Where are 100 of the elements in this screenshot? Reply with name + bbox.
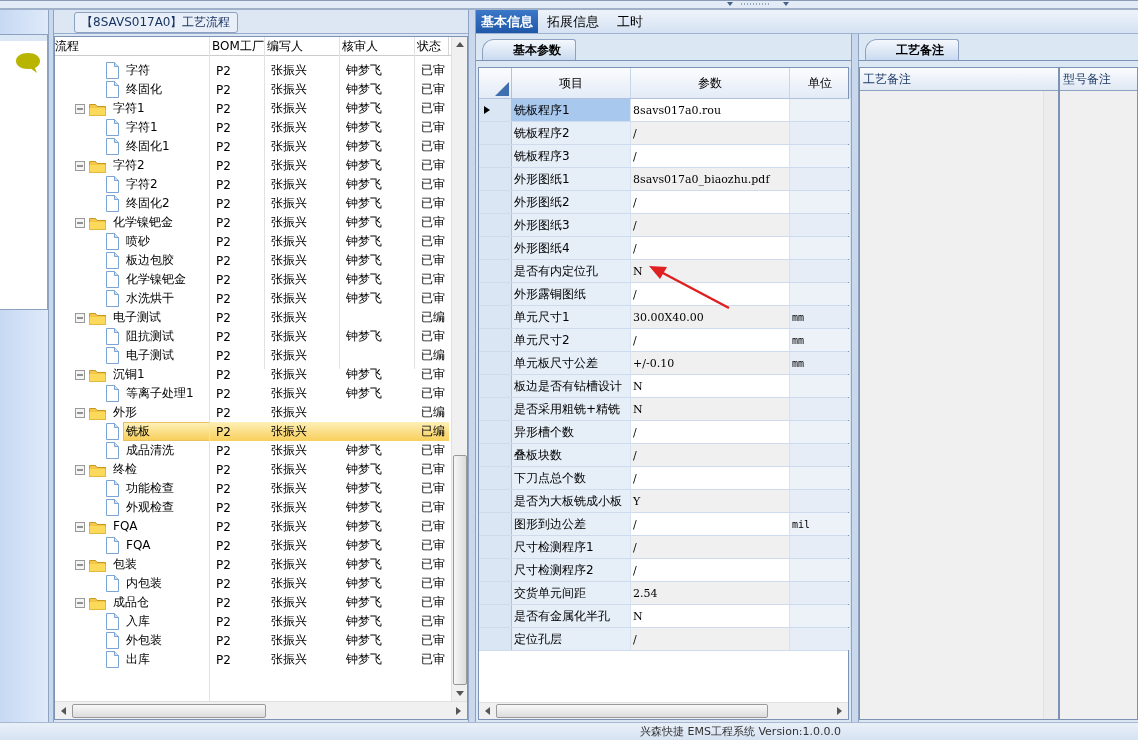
splitter-bar[interactable] xyxy=(851,34,859,722)
table-cell[interactable]: 外形露铜图纸 xyxy=(512,283,631,305)
table-cell[interactable]: / xyxy=(631,283,790,305)
collapse-icon[interactable] xyxy=(75,407,85,418)
table-cell[interactable]: Y xyxy=(631,490,790,512)
table-cell[interactable]: 交货单元间距 xyxy=(512,582,631,604)
collapse-icon[interactable] xyxy=(75,559,85,570)
sub-tab[interactable]: 工艺备注 xyxy=(865,39,959,60)
table-cell[interactable]: 30.00X40.00 xyxy=(631,306,790,328)
collapse-icon[interactable] xyxy=(75,312,85,323)
tree-item[interactable]: FQA xyxy=(123,536,154,555)
tree-item[interactable]: 字符2 xyxy=(110,156,148,175)
table-cell[interactable]: 尺寸检测程序2 xyxy=(512,559,631,581)
speech-bubble-icon[interactable] xyxy=(15,52,41,74)
table-cell[interactable]: / xyxy=(631,559,790,581)
horizontal-scrollbar[interactable] xyxy=(479,702,848,719)
table-cell[interactable]: 铣板程序3 xyxy=(512,145,631,167)
tree-item[interactable]: 铣板 xyxy=(123,422,210,441)
tab[interactable]: 基本信息 xyxy=(476,10,538,33)
tree-item[interactable]: 喷砂 xyxy=(123,232,153,251)
table-cell[interactable]: 单元板尺寸公差 xyxy=(512,352,631,374)
table-cell[interactable]: / xyxy=(631,214,790,236)
table-cell[interactable]: / xyxy=(631,444,790,466)
collapse-icon[interactable] xyxy=(75,464,85,475)
table-cell[interactable]: / xyxy=(631,513,790,535)
table-cell[interactable]: 尺寸检测程序1 xyxy=(512,536,631,558)
table-cell[interactable]: / xyxy=(631,467,790,489)
table-cell[interactable]: / xyxy=(631,536,790,558)
tree-item[interactable]: 化学镍钯金 xyxy=(123,270,189,289)
tree-item[interactable]: 字符2 xyxy=(123,175,161,194)
table-cell[interactable]: +/-0.10 xyxy=(631,352,790,374)
table-cell[interactable]: 8savs017a0_biaozhu.pdf xyxy=(631,168,790,190)
table-cell[interactable]: 叠板块数 xyxy=(512,444,631,466)
tree-item[interactable]: 终固化1 xyxy=(123,137,173,156)
tree-item[interactable]: 内包装 xyxy=(123,574,165,593)
tab[interactable]: 工时 xyxy=(608,10,652,33)
table-cell[interactable]: N xyxy=(631,375,790,397)
tree-item[interactable]: 阻抗测试 xyxy=(123,327,177,346)
table-cell[interactable]: / xyxy=(631,191,790,213)
tree-item[interactable]: 终固化 xyxy=(123,80,165,99)
collapse-icon[interactable] xyxy=(75,597,85,608)
table-cell[interactable]: / xyxy=(631,421,790,443)
table-cell[interactable]: N xyxy=(631,260,790,282)
table-cell[interactable]: 板边是否有钻槽设计 xyxy=(512,375,631,397)
tree-item[interactable]: 字符1 xyxy=(123,118,161,137)
tree-item[interactable]: 功能检查 xyxy=(123,479,177,498)
splitter-bar[interactable] xyxy=(48,10,54,722)
table-cell[interactable]: 铣板程序1 xyxy=(512,99,631,121)
table-cell[interactable]: 外形图纸4 xyxy=(512,237,631,259)
table-cell[interactable]: N xyxy=(631,398,790,420)
vertical-scrollbar[interactable] xyxy=(451,37,467,701)
tab[interactable]: 拓展信息 xyxy=(538,10,608,33)
tree-item[interactable]: 成品仓 xyxy=(110,593,152,612)
collapse-icon[interactable] xyxy=(75,369,85,380)
tree-item[interactable]: 电子测试 xyxy=(110,308,164,327)
table-cell[interactable]: 单元尺寸1 xyxy=(512,306,631,328)
table-cell[interactable]: 是否有金属化半孔 xyxy=(512,605,631,627)
tree-item[interactable]: FQA xyxy=(110,517,141,536)
table-cell[interactable]: 是否为大板铣成小板 xyxy=(512,490,631,512)
tree-item[interactable]: 终固化2 xyxy=(123,194,173,213)
collapse-icon[interactable] xyxy=(75,103,85,114)
tree-item[interactable]: 入库 xyxy=(123,612,153,631)
tree-item[interactable]: 出库 xyxy=(123,650,153,669)
tree-item[interactable]: 水洗烘干 xyxy=(123,289,177,308)
table-cell[interactable]: 外形图纸3 xyxy=(512,214,631,236)
sub-tab[interactable]: 基本参数 xyxy=(482,39,576,60)
table-cell[interactable]: 是否有内定位孔 xyxy=(512,260,631,282)
tree-item[interactable]: 等离子处理1 xyxy=(123,384,197,403)
table-cell[interactable]: 图形到边公差 xyxy=(512,513,631,535)
table-cell[interactable]: N xyxy=(631,605,790,627)
table-cell[interactable]: / xyxy=(631,329,790,351)
tree-item[interactable]: 外包装 xyxy=(123,631,165,650)
collapse-icon[interactable] xyxy=(75,217,85,228)
table-cell[interactable]: 定位孔层 xyxy=(512,628,631,650)
table-cell[interactable]: 下刀点总个数 xyxy=(512,467,631,489)
tree-item[interactable]: 电子测试 xyxy=(123,346,177,365)
table-cell[interactable]: / xyxy=(631,145,790,167)
tree-item[interactable]: 字符 xyxy=(123,61,153,80)
table-cell[interactable]: / xyxy=(631,122,790,144)
table-cell[interactable]: 铣板程序2 xyxy=(512,122,631,144)
tree-item[interactable]: 外形 xyxy=(110,403,140,422)
table-cell[interactable]: 8savs017a0.rou xyxy=(631,99,790,121)
table-cell[interactable]: 是否采用粗铣+精铣 xyxy=(512,398,631,420)
table-cell[interactable]: 异形槽个数 xyxy=(512,421,631,443)
tree-item[interactable]: 化学镍钯金 xyxy=(110,213,176,232)
tree-item[interactable]: 包装 xyxy=(110,555,140,574)
collapse-icon[interactable] xyxy=(75,521,85,532)
tree-item[interactable]: 沉铜1 xyxy=(110,365,148,384)
vertical-scrollbar[interactable] xyxy=(1043,91,1058,719)
tree-item[interactable]: 终检 xyxy=(110,460,140,479)
tree-item[interactable]: 板边包胶 xyxy=(123,251,177,270)
table-cell[interactable]: 外形图纸1 xyxy=(512,168,631,190)
table-cell[interactable]: / xyxy=(631,628,790,650)
tree-item[interactable]: 外观检查 xyxy=(123,498,177,517)
tree-item[interactable]: 成品清洗 xyxy=(123,441,177,460)
table-cell[interactable]: 单元尺寸2 xyxy=(512,329,631,351)
collapse-icon[interactable] xyxy=(75,160,85,171)
table-cell[interactable]: / xyxy=(631,237,790,259)
tree-item[interactable]: 字符1 xyxy=(110,99,148,118)
row-header[interactable] xyxy=(479,99,512,121)
